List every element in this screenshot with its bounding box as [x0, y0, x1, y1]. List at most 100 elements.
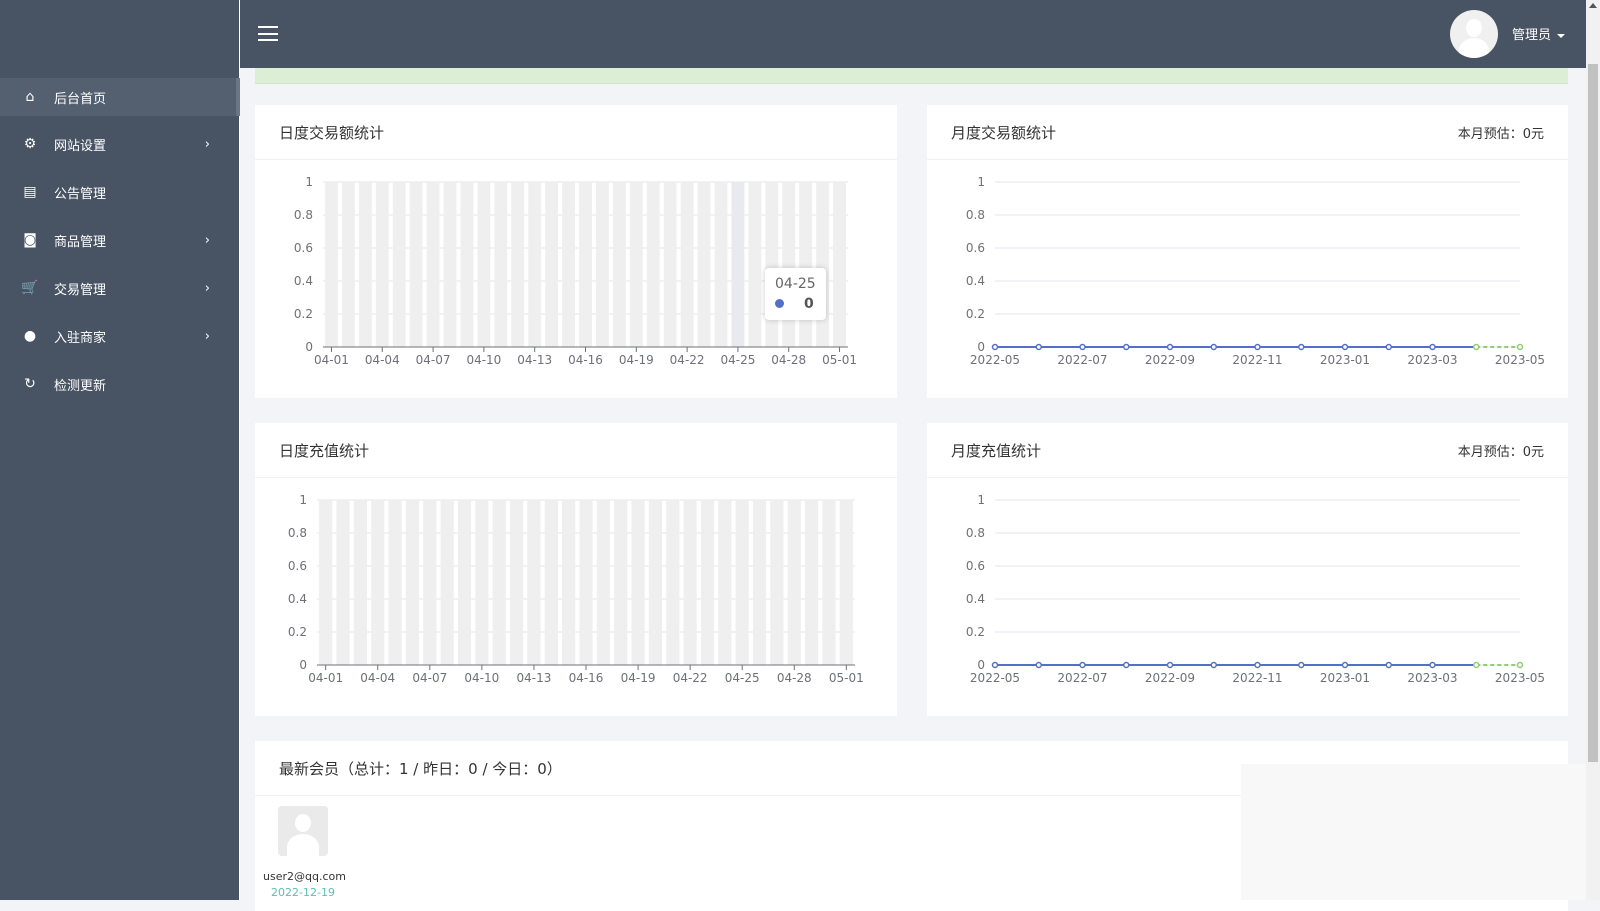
data-point [1079, 343, 1086, 351]
caret-down-icon [1557, 33, 1566, 38]
bar-background [799, 182, 813, 347]
monthly-trade-card: 月度交易额统计 本月预估：0元 0 0.2 0.4 0.6 0.8 1 2022-05 2022… [927, 105, 1568, 398]
y-tick-label: 0.8 [294, 208, 313, 222]
bar-background [714, 182, 728, 347]
x-tick-label: 2022-11 [1232, 671, 1282, 685]
x-tick-label: 04-22 [670, 353, 705, 367]
x-tick-label: 2022-05 [970, 353, 1020, 367]
scrollbar[interactable] [1586, 0, 1600, 900]
sidebar-item-label: 交易管理 [54, 282, 107, 298]
bar-background [833, 182, 846, 347]
x-tick-label: 2023-03 [1407, 671, 1457, 685]
bar-background [509, 500, 524, 665]
x-tick-label: 04-16 [569, 671, 604, 685]
bar-background [388, 500, 402, 665]
chart-tooltip: 04-25 0 [765, 268, 826, 320]
bar-background [409, 182, 423, 347]
card-title: 日度充值统计 [279, 441, 370, 460]
sidebar-item-2[interactable]: ▤ 公告管理 [0, 168, 240, 216]
x-tick-label: 05-01 [822, 353, 857, 367]
x-tick-label: 2022-07 [1057, 353, 1107, 367]
sidebar-item-5[interactable]: ● 入驻商家 › [0, 312, 240, 360]
bar-background [612, 182, 626, 347]
bar-background [579, 500, 593, 665]
data-point [1035, 661, 1042, 669]
bar-background [735, 500, 749, 665]
data-point [1123, 343, 1130, 351]
bar-background [341, 182, 355, 347]
scrollbar-thumb[interactable] [1588, 64, 1598, 762]
chevron-right-icon: › [204, 280, 210, 296]
data-point [1210, 661, 1217, 669]
bar-background [683, 500, 697, 665]
bar-background [562, 500, 576, 665]
bar-background [596, 500, 610, 665]
sidebar-item-0[interactable]: ⌂ 后台首页 [0, 78, 240, 116]
bar-background [319, 500, 333, 665]
x-tick-label: 04-13 [517, 353, 552, 367]
bar-background [748, 182, 762, 347]
bar-background [822, 500, 836, 665]
y-tick-label: 0.4 [294, 274, 313, 288]
bar-background [494, 182, 508, 347]
bar-background [358, 182, 372, 347]
member-item[interactable]: user2@qq.com 2022-12-19 [263, 806, 346, 899]
sidebar-item-1[interactable]: ⚙ 网站设置 › [0, 120, 240, 168]
sidebar-item-6[interactable]: ↻ 检测更新 [0, 360, 240, 408]
data-point [1254, 343, 1261, 351]
menu-toggle-icon[interactable] [258, 26, 278, 41]
y-tick-label: 0.2 [288, 625, 307, 639]
bar-background [782, 182, 796, 347]
y-tick-label: 0 [305, 340, 313, 354]
avatar[interactable] [1450, 10, 1498, 58]
y-tick-label: 0.6 [288, 559, 307, 573]
x-tick-label: 04-10 [466, 353, 501, 367]
x-tick-label: 04-19 [619, 353, 654, 367]
data-point [1166, 343, 1174, 351]
data-point [1341, 343, 1349, 351]
bar-background [666, 500, 680, 665]
sidebar-item-label: 后台首页 [54, 91, 107, 107]
sidebar-item-label: 检测更新 [54, 378, 107, 394]
data-point [1429, 343, 1436, 351]
data-point [1123, 661, 1130, 669]
bar-background [816, 182, 830, 347]
y-tick-label: 1 [299, 493, 307, 507]
x-tick-label: 2022-07 [1057, 671, 1107, 685]
bar-background [544, 500, 558, 665]
bar-background [631, 500, 645, 665]
scroll-up-icon[interactable] [1589, 3, 1597, 8]
bar-background [492, 500, 506, 665]
bar-background [511, 182, 525, 347]
top-header: 管理员 [240, 0, 1586, 68]
x-tick-label: 2022-09 [1145, 671, 1195, 685]
card-title: 月度交易额统计 [951, 123, 1057, 142]
bar-background [457, 500, 472, 665]
x-tick-label: 04-16 [568, 353, 603, 367]
data-point [1298, 343, 1305, 351]
y-tick-label: 1 [977, 175, 985, 189]
sidebar-item-3[interactable]: ◙ 商品管理 › [0, 216, 240, 264]
y-tick-label: 0.6 [294, 241, 313, 255]
sidebar-item-label: 公告管理 [54, 186, 107, 202]
x-tick-label: 04-28 [771, 353, 806, 367]
tooltip-label: 04-25 [775, 276, 816, 292]
bar-background [353, 500, 367, 665]
x-tick-label: 2022-05 [970, 671, 1020, 685]
sidebar-item-4[interactable]: 🛒 交易管理 › [0, 264, 240, 312]
x-tick-label: 04-01 [308, 671, 343, 685]
user-menu[interactable]: 管理员 [1512, 24, 1566, 43]
y-tick-label: 0.2 [966, 625, 985, 639]
x-tick-label: 2023-01 [1320, 671, 1370, 685]
bar-background [646, 182, 660, 347]
data-point [1166, 661, 1174, 669]
bar-background [752, 500, 767, 665]
bar-background [440, 500, 454, 665]
alert-bar [255, 68, 1568, 84]
data-point [1210, 343, 1217, 351]
monthly-estimate: 本月预估：0元 [1457, 126, 1544, 142]
chevron-right-icon: › [204, 232, 210, 248]
sidebar-item-label: 入驻商家 [54, 330, 107, 346]
bar-background [443, 182, 457, 347]
x-tick-label: 2023-01 [1320, 353, 1370, 367]
